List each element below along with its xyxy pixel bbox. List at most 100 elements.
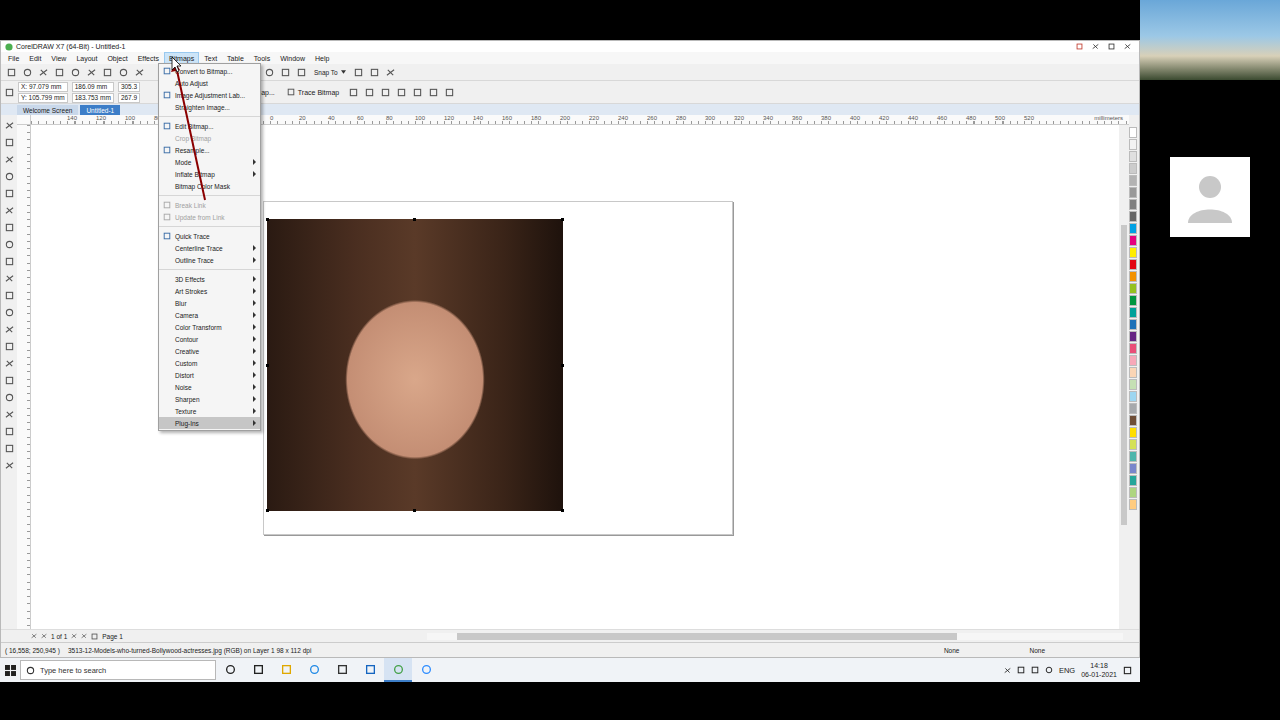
color-swatch[interactable] [1129, 307, 1137, 318]
color-swatch[interactable] [1129, 259, 1137, 270]
unlink-button[interactable] [427, 86, 439, 98]
menu-entry[interactable]: Resample... [159, 144, 260, 156]
tool-button[interactable] [3, 374, 15, 386]
app-launcher-button[interactable] [385, 66, 397, 78]
menu-entry[interactable]: Edit Bitmap... [159, 120, 260, 132]
color-swatch[interactable] [1129, 355, 1137, 366]
wrap-button[interactable] [395, 86, 407, 98]
copy-button[interactable] [85, 66, 97, 78]
zoom-app-button[interactable] [412, 658, 440, 682]
cut-button[interactable] [69, 66, 81, 78]
menu-item[interactable]: Window [275, 52, 310, 65]
tool-button[interactable] [3, 255, 15, 267]
menu-entry[interactable]: Break Link [159, 199, 260, 211]
vertical-scrollbar[interactable] [1119, 125, 1129, 629]
tool-button[interactable] [3, 425, 15, 437]
color-swatch[interactable] [1129, 283, 1137, 294]
x-field[interactable]: X: 97.079 mm [18, 82, 68, 92]
tool-button[interactable] [3, 442, 15, 454]
menu-entry[interactable]: Color Transform [159, 321, 260, 333]
tool-button[interactable] [3, 187, 15, 199]
menu-entry[interactable]: Quick Trace [159, 230, 260, 242]
snap-to-dropdown[interactable]: Snap To [311, 67, 349, 78]
participant-avatar-tile[interactable] [1170, 157, 1250, 237]
bitmap-action-button[interactable]: Trace Bitmap [283, 87, 343, 97]
menu-entry[interactable]: Inflate Bitmap [159, 168, 260, 180]
menu-entry[interactable]: Mode [159, 156, 260, 168]
selection-handle[interactable] [266, 218, 269, 221]
color-swatch[interactable] [1129, 175, 1137, 186]
color-swatch[interactable] [1129, 391, 1137, 402]
color-swatch[interactable] [1129, 499, 1137, 510]
color-swatch[interactable] [1129, 199, 1137, 210]
menu-entry[interactable]: Update from Link [159, 211, 260, 223]
clock[interactable]: 14:1806-01-2021 [1081, 661, 1117, 679]
vertical-ruler[interactable] [17, 125, 31, 629]
start-button[interactable] [0, 665, 20, 676]
search-box[interactable]: Type here to search [20, 660, 216, 680]
color-swatch[interactable] [1129, 403, 1137, 414]
color-swatch[interactable] [1129, 331, 1137, 342]
color-swatch[interactable] [1129, 475, 1137, 486]
color-swatch[interactable] [1129, 427, 1137, 438]
menu-entry[interactable]: Distort [159, 369, 260, 381]
link-button[interactable] [411, 86, 423, 98]
coreldraw-button[interactable] [384, 658, 412, 682]
menu-entry[interactable]: Image Adjustment Lab... [159, 89, 260, 101]
menu-item[interactable]: Object [102, 52, 132, 65]
scroll-thumb[interactable] [1121, 225, 1127, 525]
language-indicator[interactable]: ENG [1059, 666, 1075, 675]
options-button[interactable] [353, 66, 365, 78]
new-button[interactable] [5, 66, 17, 78]
width-field[interactable]: 186.09 mm [72, 82, 114, 92]
menu-entry[interactable]: Convert to Bitmap... [159, 65, 260, 77]
color-swatch[interactable] [1129, 463, 1137, 474]
menu-entry[interactable]: Blur [159, 297, 260, 309]
store-button[interactable] [328, 658, 356, 682]
height-field[interactable]: 183.753 mm [72, 93, 114, 103]
menu-item[interactable]: Help [310, 52, 334, 65]
color-swatch[interactable] [1129, 271, 1137, 282]
tool-button[interactable] [3, 340, 15, 352]
selection-handle[interactable] [413, 509, 416, 512]
cortana-button[interactable] [216, 658, 244, 682]
menu-entry[interactable]: Contour [159, 333, 260, 345]
tool-button[interactable] [3, 408, 15, 420]
crop-button[interactable] [347, 86, 359, 98]
tool-button[interactable] [3, 323, 15, 335]
windows-logo-icon[interactable] [5, 665, 16, 676]
participant-video[interactable] [1140, 0, 1280, 80]
tool-button[interactable] [3, 459, 15, 471]
edge-button[interactable] [300, 658, 328, 682]
selection-handle[interactable] [561, 509, 564, 512]
mail-button[interactable] [356, 658, 384, 682]
scale-y-field[interactable]: 267.9 [118, 93, 140, 103]
menu-entry[interactable]: Creative [159, 345, 260, 357]
selection-handle[interactable] [561, 218, 564, 221]
color-swatch[interactable] [1129, 235, 1137, 246]
resample-button[interactable] [363, 86, 375, 98]
view-button[interactable] [279, 66, 291, 78]
menu-item[interactable]: Layout [71, 52, 102, 65]
save-button[interactable] [37, 66, 49, 78]
add-button[interactable] [443, 86, 455, 98]
menu-entry[interactable]: Noise [159, 381, 260, 393]
menu-entry[interactable]: Custom [159, 357, 260, 369]
menu-entry[interactable]: Plug-Ins [159, 417, 260, 429]
tool-button[interactable] [3, 119, 15, 131]
undo-button[interactable] [117, 66, 129, 78]
selection-handle[interactable] [266, 509, 269, 512]
scroll-thumb[interactable] [457, 633, 957, 640]
tool-button[interactable] [3, 204, 15, 216]
color-swatch[interactable] [1129, 295, 1137, 306]
menu-entry[interactable]: 3D Effects [159, 273, 260, 285]
color-swatch[interactable] [1129, 163, 1137, 174]
menu-entry[interactable]: Camera [159, 309, 260, 321]
outline-status[interactable]: None [1029, 647, 1045, 654]
menu-item[interactable]: View [46, 52, 71, 65]
zoom-button[interactable] [263, 66, 275, 78]
menu-entry[interactable]: Crop Bitmap [159, 132, 260, 144]
menu-entry[interactable]: Centerline Trace [159, 242, 260, 254]
y-field[interactable]: Y: 105.799 mm [18, 93, 68, 103]
task-view-button[interactable] [244, 658, 272, 682]
